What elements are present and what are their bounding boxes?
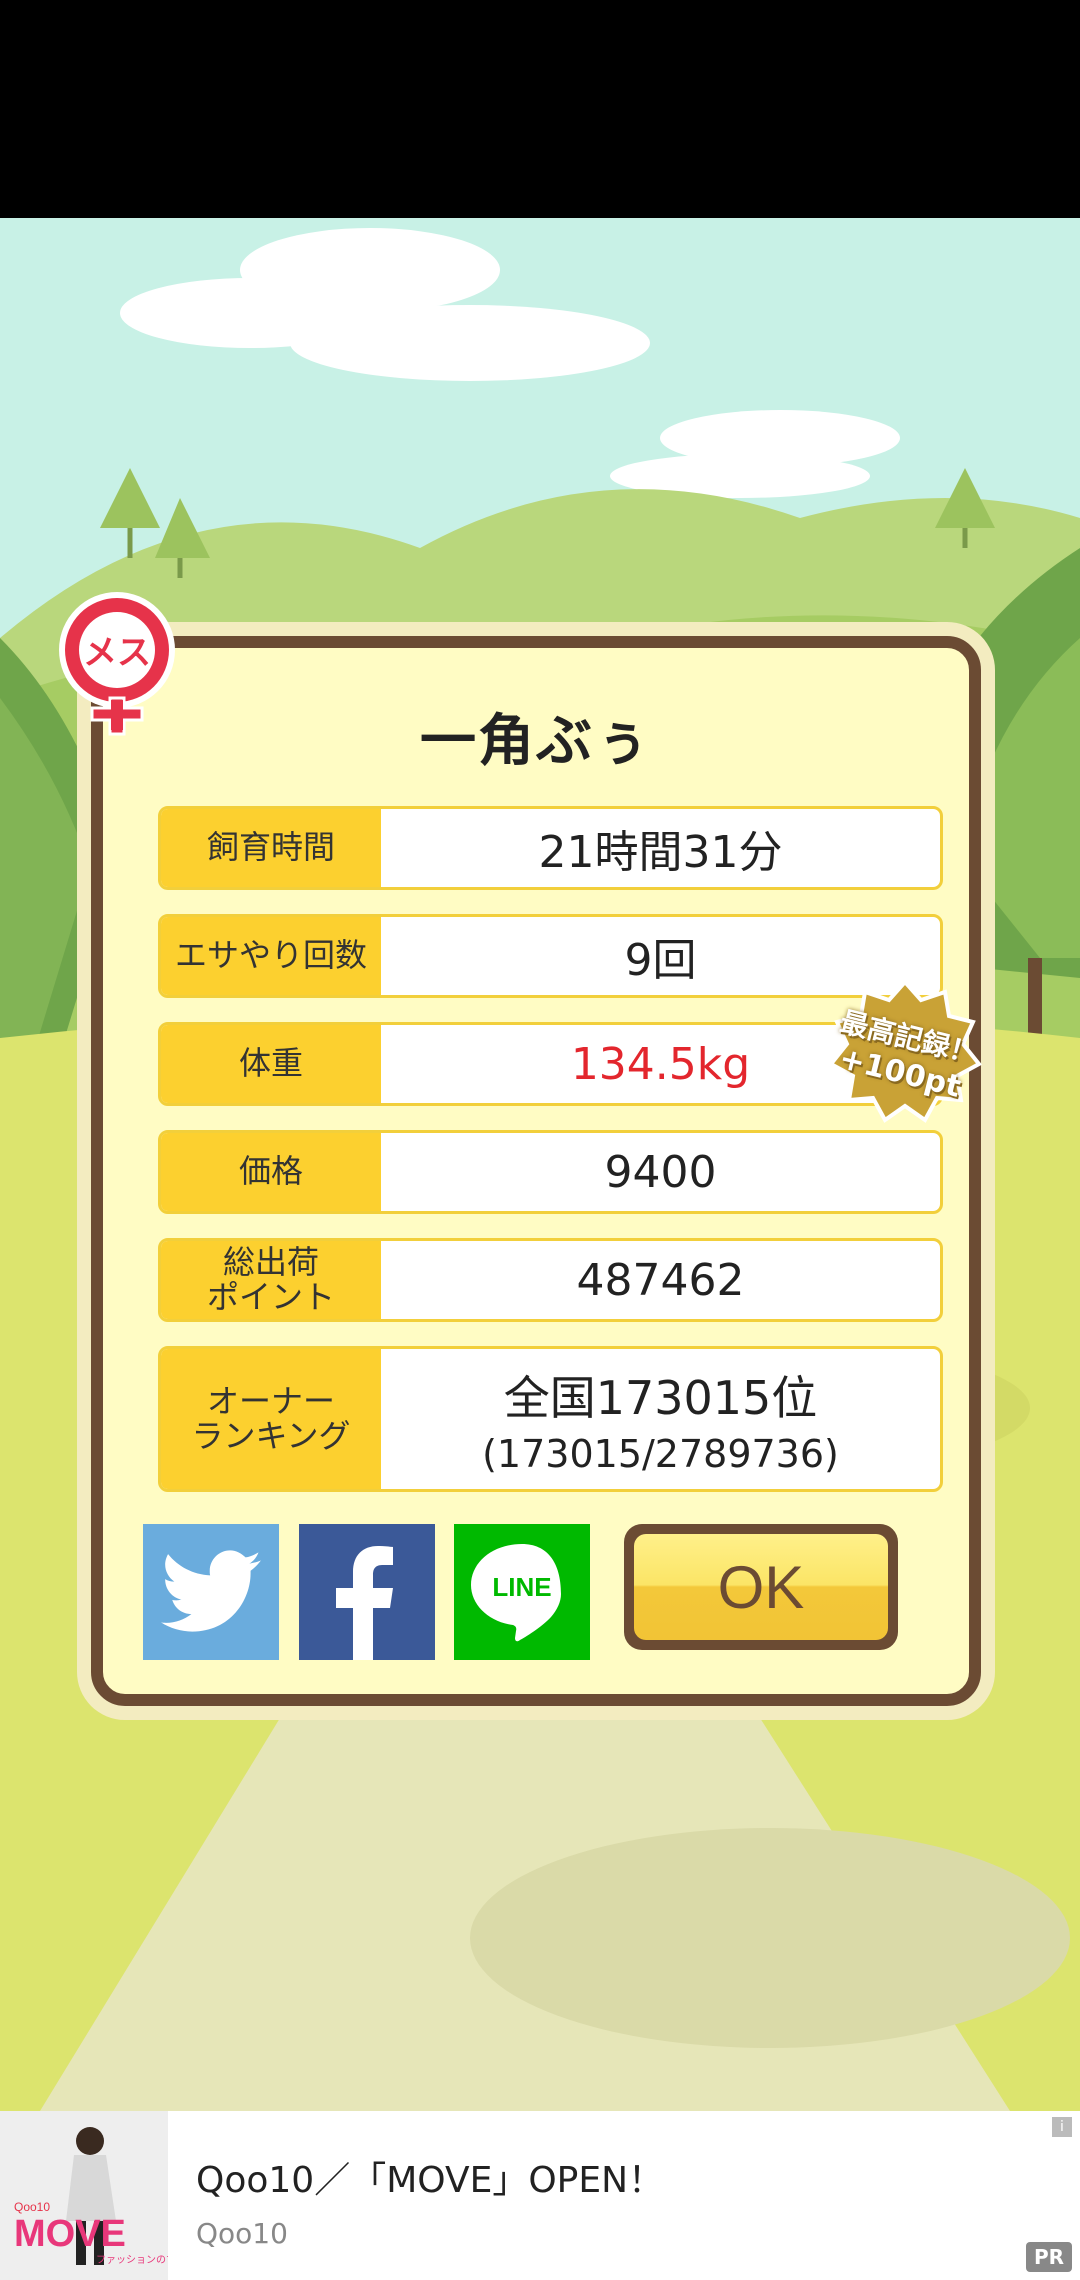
stat-row-owner-ranking: オーナー ランキング 全国173015位 (173015/2789736)	[158, 1346, 943, 1492]
ad-thumbnail[interactable]: Qoo10 MOVE ファッションのすべて	[0, 2111, 168, 2280]
pet-result-dialog: 一角ぶぅ 飼育時間 21時間31分 エサやり回数 9回 体重 134.5kg 価…	[91, 636, 981, 1706]
stat-label: 飼育時間	[161, 809, 381, 887]
line-icon-text: LINE	[492, 1572, 551, 1602]
ok-button-label: OK	[634, 1534, 888, 1640]
stat-label: オーナー ランキング	[161, 1349, 381, 1489]
ad-thumb-small-text: Qoo10	[14, 2200, 50, 2214]
female-gender-badge: メス	[52, 590, 182, 740]
ad-thumbnail-image: Qoo10 MOVE ファッションのすべて	[0, 2111, 168, 2280]
twitter-icon	[161, 1550, 261, 1632]
ad-info-icon[interactable]: i	[1052, 2117, 1072, 2137]
stat-label: 体重	[161, 1025, 381, 1103]
stat-row-total-points: 総出荷 ポイント 487462	[158, 1238, 943, 1322]
facebook-share-button[interactable]	[299, 1524, 435, 1660]
ad-thumb-caption: ファッションのすべて	[96, 2254, 168, 2266]
stat-row-price: 価格 9400	[158, 1130, 943, 1214]
ranking-value: 全国173015位 (173015/2789736)	[381, 1349, 940, 1489]
ranking-main: 全国173015位	[503, 1371, 818, 1425]
stat-value: 21時間31分	[538, 827, 783, 878]
stat-value: 9400	[604, 1146, 717, 1198]
ad-pr-badge: PR	[1025, 2242, 1072, 2272]
stat-value: 487462	[576, 1254, 745, 1306]
pet-name: 一角ぶぅ	[420, 709, 652, 774]
ad-advertiser: Qoo10	[196, 2217, 288, 2250]
ranking-sub: (173015/2789736)	[482, 1432, 839, 1476]
ad-thumb-brand: MOVE	[14, 2213, 126, 2255]
twitter-share-button[interactable]	[143, 1524, 279, 1660]
ok-button[interactable]: OK	[624, 1524, 898, 1650]
gender-label: メス	[83, 633, 151, 673]
facebook-icon	[336, 1546, 393, 1660]
stat-label: 価格	[161, 1133, 381, 1211]
status-bar-area	[0, 0, 1080, 218]
stat-label: エサやり回数	[161, 917, 381, 995]
line-share-button[interactable]: LINE	[454, 1524, 590, 1660]
stat-row-raising-time: 飼育時間 21時間31分	[158, 806, 943, 890]
ad-banner[interactable]: Qoo10 MOVE ファッションのすべて Qoo10／「MOVE」OPEN！ …	[0, 2111, 1080, 2280]
line-icon: LINE	[471, 1544, 561, 1642]
stat-label: 総出荷 ポイント	[161, 1241, 381, 1319]
best-record-badge: 最高記録！ +100pt	[825, 978, 985, 1128]
female-icon: メス	[59, 592, 175, 736]
ad-title[interactable]: Qoo10／「MOVE」OPEN！	[196, 2151, 664, 2203]
